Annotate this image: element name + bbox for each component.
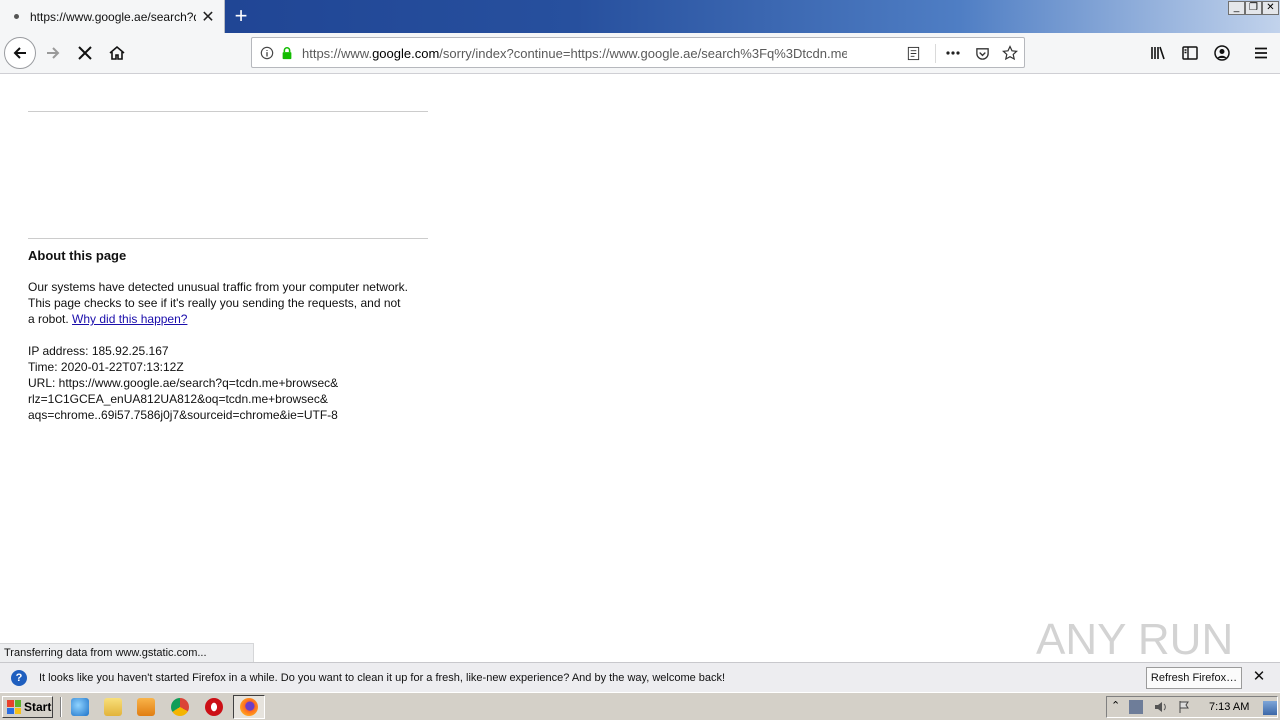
url-prefix: https://www. — [302, 46, 373, 61]
forward-button[interactable] — [38, 38, 68, 68]
library-icon — [1151, 46, 1165, 60]
url-line-3: aqs=chrome..69i57.7586j0j7&sourceid=chro… — [28, 408, 338, 422]
notification-text: It looks like you haven't started Firefo… — [39, 671, 726, 684]
restore-button[interactable]: ❐ — [1245, 1, 1262, 15]
tab-close-icon[interactable]: ✕ — [196, 7, 220, 27]
reader-view-icon[interactable] — [905, 45, 921, 61]
clock[interactable]: 7:13 AM — [1209, 701, 1249, 713]
system-tray: ⌃ 7:13 AM — [1106, 696, 1278, 718]
firefox-taskbar-button[interactable] — [233, 695, 265, 719]
new-tab-button[interactable]: + — [229, 3, 253, 29]
volume-icon[interactable] — [1153, 700, 1167, 714]
question-icon: ? — [11, 669, 27, 686]
close-window-button[interactable]: ✕ — [1262, 1, 1279, 15]
url-text[interactable]: https://www.google.com/sorry/index?conti… — [302, 46, 847, 61]
start-button[interactable]: Start — [2, 696, 53, 718]
stop-button[interactable] — [70, 38, 100, 68]
loading-icon — [14, 14, 19, 19]
divider — [935, 44, 936, 63]
tab-title: https://www.google.ae/search?q= — [30, 9, 196, 24]
bookmark-star-icon[interactable] — [1002, 45, 1018, 61]
tab-strip: https://www.google.ae/search?q= ✕ + _ ❐ … — [0, 0, 1280, 33]
timestamp: Time: 2020-01-22T07:13:12Z — [28, 360, 184, 374]
status-bar: Transferring data from www.gstatic.com..… — [0, 643, 254, 662]
about-section: About this page Our systems have detecte… — [28, 248, 408, 423]
url-domain: google.com — [372, 46, 440, 61]
forward-arrow-icon — [47, 47, 60, 59]
explanation-paragraph: Our systems have detected unusual traffi… — [28, 279, 408, 327]
folder-icon[interactable] — [104, 698, 122, 716]
sidebar-icon — [1182, 46, 1198, 60]
lock-icon[interactable] — [279, 45, 295, 61]
notification-bar: ? It looks like you haven't started Fire… — [0, 662, 1280, 692]
page-heading: About this page — [28, 248, 127, 263]
back-arrow-icon — [13, 47, 26, 59]
library-button[interactable] — [1143, 38, 1173, 68]
start-label: Start — [24, 700, 52, 714]
ip-address: IP address: 185.92.25.167 — [28, 344, 169, 358]
network-icon[interactable] — [1129, 700, 1143, 714]
media-player-icon[interactable] — [137, 698, 155, 716]
home-button[interactable] — [102, 38, 132, 68]
why-link[interactable]: Why did this happen? — [72, 312, 187, 326]
notification-close-icon[interactable]: ✕ — [1250, 668, 1268, 686]
internet-explorer-icon[interactable] — [71, 698, 89, 716]
url-path: /sorry/index?continue=https://www.google… — [439, 46, 847, 61]
pocket-icon[interactable] — [974, 45, 990, 61]
url-bar[interactable]: https://www.google.com/sorry/index?conti… — [251, 37, 1025, 68]
show-desktop-icon[interactable] — [1263, 701, 1277, 715]
firefox-icon — [240, 698, 258, 716]
url-line-1: URL: https://www.google.ae/search?q=tcdn… — [28, 376, 339, 390]
chrome-icon[interactable] — [171, 698, 189, 716]
hamburger-icon — [1255, 47, 1267, 59]
navigation-toolbar: https://www.google.com/sorry/index?conti… — [0, 33, 1280, 74]
url-line-2: rlz=1C1GCEA_enUA812UA812&oq=tcdn.me+brow… — [28, 392, 328, 406]
account-icon — [1214, 45, 1230, 61]
taskbar: Start ⌃ 7:13 AM — [0, 692, 1280, 720]
sidebar-button[interactable] — [1175, 38, 1205, 68]
page-actions-icon[interactable] — [945, 45, 961, 61]
anyrun-watermark: ANY RUN — [1036, 606, 1236, 666]
show-hidden-icons-arrow-icon[interactable]: ⌃ — [1111, 699, 1120, 712]
taskbar-separator — [60, 697, 62, 717]
stop-x-icon — [78, 46, 92, 60]
back-button[interactable] — [4, 37, 36, 69]
minimize-button[interactable]: _ — [1228, 1, 1245, 15]
info-icon[interactable] — [259, 45, 275, 61]
home-icon — [109, 45, 125, 60]
opera-icon[interactable] — [205, 698, 223, 716]
windows-flag-icon — [7, 700, 21, 714]
refresh-firefox-button[interactable]: Refresh Firefox… — [1146, 667, 1242, 689]
watermark-text: ANY RUN — [1036, 615, 1233, 664]
divider-top — [28, 111, 428, 112]
account-button[interactable] — [1207, 38, 1237, 68]
divider-middle — [28, 238, 428, 239]
menu-button[interactable] — [1246, 38, 1276, 68]
action-center-flag-icon[interactable] — [1177, 700, 1191, 714]
tab-active[interactable]: https://www.google.ae/search?q= ✕ — [0, 0, 225, 33]
